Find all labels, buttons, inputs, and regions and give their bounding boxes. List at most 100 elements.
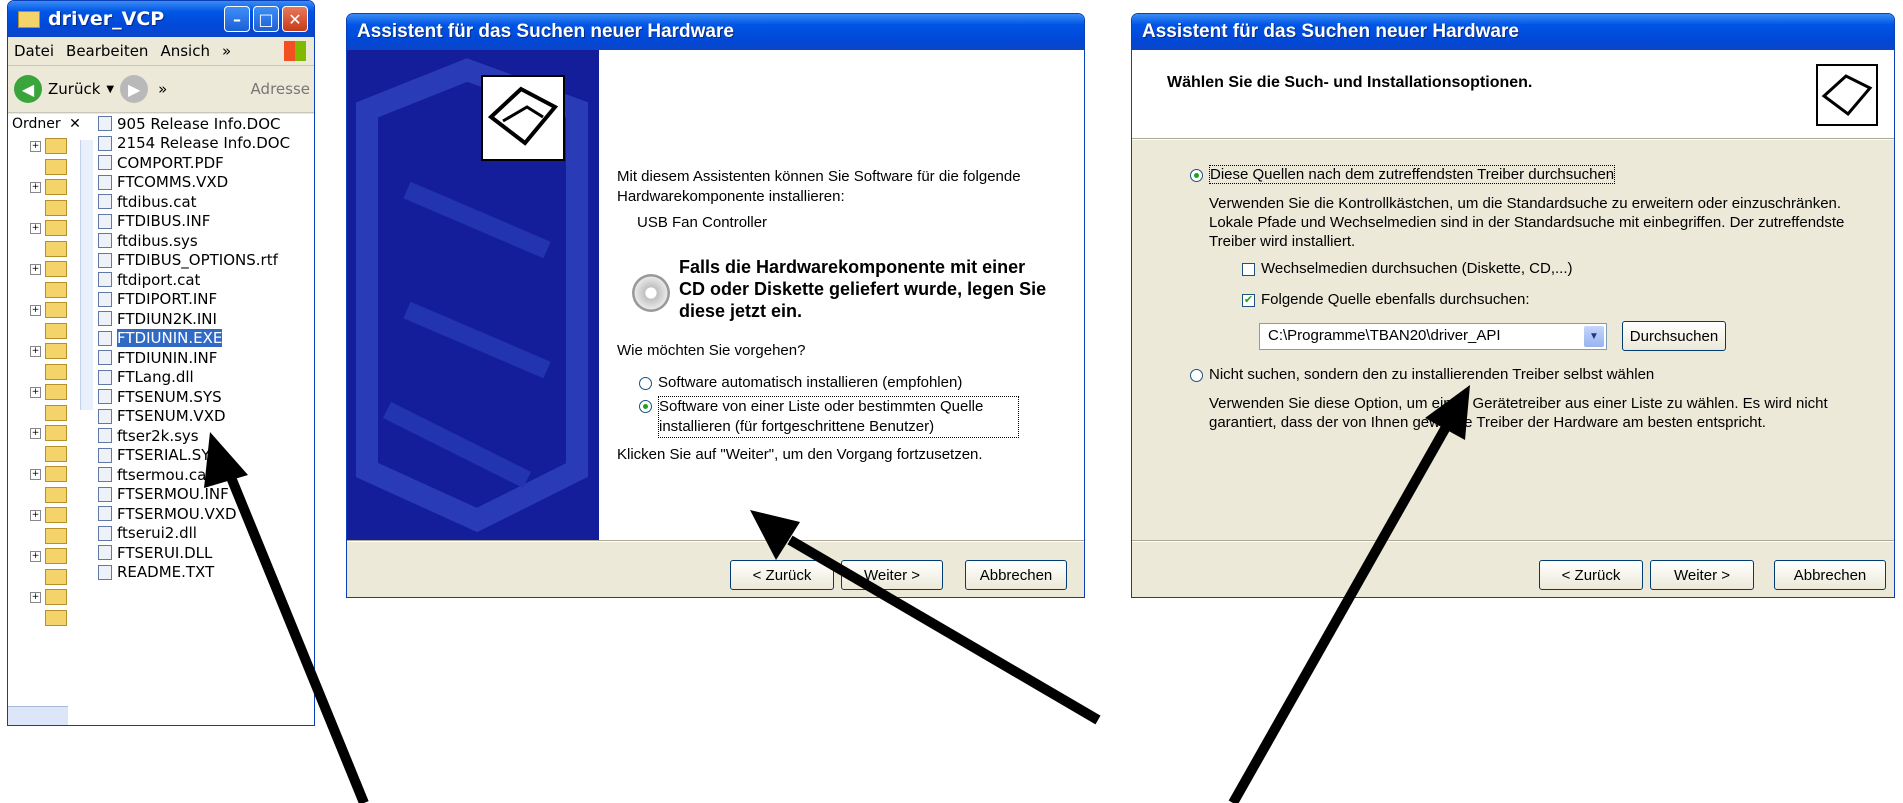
tree-folder-item[interactable]: + [30,548,67,564]
file-item[interactable]: FTDIBUS.INF [98,212,314,232]
chevron-down-icon[interactable]: ▼ [1584,326,1604,347]
toolbar-more[interactable]: » [158,80,167,98]
tree-scrollbar[interactable] [80,140,93,410]
expand-icon[interactable]: + [30,140,41,152]
file-item[interactable]: FTDIUN2K.INI [98,309,314,329]
expand-icon[interactable]: + [30,181,41,193]
tree-folder-item[interactable]: + [30,609,67,626]
file-item[interactable]: FTLang.dll [98,368,314,388]
file-item[interactable]: ftdibus.sys [98,231,314,251]
tree-folder-item[interactable]: + [30,281,67,298]
file-item[interactable]: README.TXT [98,563,314,583]
expand-icon[interactable]: + [30,591,41,603]
file-item[interactable]: 905 Release Info.DOC [98,114,314,134]
path-combobox[interactable]: C:\Programme\TBAN20\driver_API ▼ [1259,323,1607,350]
tree-folder-item[interactable]: + [30,507,67,523]
expand-icon[interactable]: + [30,427,41,439]
expand-icon[interactable]: + [30,509,41,521]
file-item[interactable]: COMPORT.PDF [98,153,314,173]
radio-manual[interactable] [1190,368,1203,382]
tree-folder-item[interactable]: + [30,199,67,216]
folders-close-icon[interactable]: ✕ [69,116,81,132]
file-item[interactable]: ftdibus.cat [98,192,314,212]
expand-icon[interactable]: + [30,468,41,480]
expand-icon[interactable]: + [30,345,41,357]
wizard1-back-button[interactable]: < Zurück [730,560,834,590]
tree-folder-item[interactable]: + [30,138,67,154]
tree-folder-item[interactable]: + [30,384,67,400]
menu-edit[interactable]: Bearbeiten [66,42,148,60]
tree-folder-item[interactable]: + [30,343,67,359]
tree-folder-item[interactable]: + [30,240,67,257]
browse-button[interactable]: Durchsuchen [1622,321,1726,351]
tree-folder-item[interactable]: + [30,466,67,482]
minimize-button[interactable]: – [224,6,250,32]
tree-folder-item[interactable]: + [30,261,67,277]
wizard1-intro: Mit diesem Assistenten können Sie Softwa… [617,168,1021,205]
horizontal-scrollbar[interactable] [8,706,68,725]
menu-file[interactable]: Datei [14,42,54,60]
radio-search[interactable] [1190,168,1203,182]
menu-view[interactable]: Ansich [160,42,210,60]
checkbox-removable[interactable] [1242,262,1255,276]
file-item[interactable]: ftserui2.dll [98,524,314,544]
file-item[interactable]: 2154 Release Info.DOC [98,134,314,154]
checkbox-location[interactable]: ✔ [1242,293,1255,307]
radio-list[interactable] [639,400,652,413]
file-item[interactable]: ftsermou.cat [98,465,314,485]
tree-folder-item[interactable]: + [30,363,67,380]
wizard2-titlebar[interactable]: Assistent für das Suchen neuer Hardware [1132,14,1894,50]
file-item[interactable]: FTSENUM.SYS [98,387,314,407]
wizard1-cancel-button[interactable]: Abbrechen [965,560,1067,590]
option-manual[interactable]: Nicht suchen, sondern den zu installiere… [1190,366,1654,383]
file-item[interactable]: FTDIUNIN.INF [98,348,314,368]
expand-icon[interactable]: + [30,263,41,275]
file-item[interactable]: FTSENUM.VXD [98,407,314,427]
maximize-button[interactable]: □ [253,6,279,32]
file-item[interactable]: FTSERUI.DLL [98,543,314,563]
back-label[interactable]: Zurück [48,80,100,98]
file-item[interactable]: FTDIPORT.INF [98,290,314,310]
file-item[interactable]: ftdiport.cat [98,270,314,290]
tree-folder-item[interactable]: + [30,425,67,441]
tree-folder-item[interactable]: + [30,179,67,195]
check-location[interactable]: ✔ Folgende Quelle ebenfalls durchsuchen: [1242,291,1530,308]
tree-folder-item[interactable]: + [30,568,67,585]
file-item[interactable]: FTDIBUS_OPTIONS.rtf [98,251,314,271]
expand-icon[interactable]: + [30,550,41,562]
wizard1-next-button[interactable]: Weiter > [841,560,943,590]
close-button[interactable]: ✕ [282,6,308,32]
wizard2-back-button[interactable]: < Zurück [1539,560,1643,590]
back-arrow-icon[interactable]: ◀ [14,75,42,103]
tree-folder-item[interactable]: + [30,302,67,318]
radio-auto[interactable] [639,376,652,390]
tree-folder-item[interactable]: + [30,322,67,339]
tree-folder-item[interactable]: + [30,158,67,175]
tree-folder-item[interactable]: + [30,589,67,605]
tree-folder-item[interactable]: + [30,445,67,462]
expand-icon[interactable]: + [30,222,41,234]
file-item[interactable]: FTSERMOU.VXD [98,504,314,524]
back-dropdown-icon[interactable]: ▼ [106,84,114,95]
file-item[interactable]: FTDIUNIN.EXE [98,329,314,349]
file-item[interactable]: ftser2k.sys [98,426,314,446]
tree-folder-item[interactable]: + [30,404,67,421]
tree-folder-item[interactable]: + [30,527,67,544]
forward-arrow-icon[interactable]: ▶ [120,75,149,103]
wizard2-cancel-button[interactable]: Abbrechen [1774,560,1886,590]
wizard2-next-button[interactable]: Weiter > [1650,560,1754,590]
address-label[interactable]: Adresse [251,80,310,98]
wizard1-titlebar[interactable]: Assistent für das Suchen neuer Hardware [347,14,1084,50]
check-removable[interactable]: Wechselmedien durchsuchen (Diskette, CD,… [1242,260,1573,277]
option-list[interactable]: Software von einer Liste oder bestimmten… [639,396,1019,438]
file-item[interactable]: FTSERMOU.INF [98,485,314,505]
file-item[interactable]: FTSERIAL.SYS [98,446,314,466]
menu-more[interactable]: » [222,42,231,60]
expand-icon[interactable]: + [30,304,41,316]
tree-folder-item[interactable]: + [30,486,67,503]
expand-icon[interactable]: + [30,386,41,398]
option-auto[interactable]: Software automatisch installieren (empfo… [639,374,962,391]
tree-folder-item[interactable]: + [30,220,67,236]
option-search[interactable]: Diese Quellen nach dem zutreffendsten Tr… [1190,165,1616,184]
file-item[interactable]: FTCOMMS.VXD [98,173,314,193]
